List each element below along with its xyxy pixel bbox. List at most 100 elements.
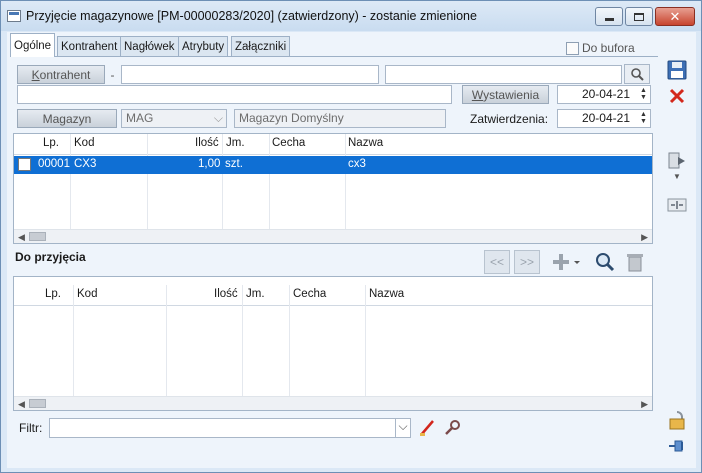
receipt-hscrollbar[interactable]: ◀ ▶: [14, 396, 652, 410]
col-separator: [222, 134, 223, 230]
col-separator: [242, 285, 243, 397]
pin-button[interactable]: [665, 434, 689, 458]
filter-settings-button[interactable]: [441, 416, 465, 440]
tab-naglowek[interactable]: Nagłówek: [120, 36, 179, 56]
col-cecha[interactable]: Cecha: [272, 137, 305, 149]
cell-ilosc: 1,00: [198, 158, 221, 170]
col-separator: [73, 285, 74, 397]
move-all-right-button[interactable]: >>: [514, 250, 540, 274]
floppy-disk-icon: [667, 60, 687, 80]
col-lp[interactable]: Lp.: [43, 137, 59, 149]
document-window: Przyjęcie magazynowe [PM-00000283/2020] …: [0, 0, 702, 473]
minimize-button[interactable]: [595, 7, 623, 26]
col-separator: [269, 134, 270, 230]
tab-kontrahent[interactable]: Kontrahent: [57, 36, 122, 56]
chevron-down-icon[interactable]: ⌵: [395, 419, 410, 437]
chevron-down-icon: ⌵: [213, 111, 223, 125]
zatwierdzenia-date-spinner[interactable]: ▲ ▼: [638, 111, 649, 126]
col-separator: [166, 285, 167, 397]
tab-zalaczniki[interactable]: Załączniki: [231, 36, 291, 56]
padlock-icon: [669, 411, 685, 430]
delete-button[interactable]: [623, 250, 647, 274]
col-nazwa[interactable]: Nazwa: [348, 137, 383, 149]
receipt-section-title: Do przyjęcia: [15, 250, 86, 264]
do-bufora-checkbox[interactable]: [566, 42, 579, 55]
wystawienia-date-spinner[interactable]: ▲ ▼: [638, 87, 649, 102]
app-icon: [7, 10, 21, 22]
col-ilosc[interactable]: Ilość: [195, 137, 219, 149]
filter-magnifier-icon: [445, 420, 460, 435]
col-separator: [147, 134, 148, 230]
col-ilosc[interactable]: Ilość: [214, 288, 238, 300]
col-kod[interactable]: Kod: [77, 288, 97, 300]
col-separator: [365, 285, 366, 397]
kontrahent-button[interactable]: Kontrahent: [17, 65, 105, 84]
items-hscrollbar[interactable]: ◀ ▶: [14, 229, 652, 243]
clear-filter-button[interactable]: [415, 416, 439, 440]
scroll-thumb[interactable]: [29, 232, 46, 241]
magnifier-icon: [631, 68, 644, 81]
tab-ogolne[interactable]: Ogólne: [10, 33, 56, 57]
do-bufora-label: Do bufora: [582, 41, 635, 55]
items-grid-header: Lp. Kod Ilość Jm. Cecha Nazwa: [14, 134, 652, 155]
title-bar[interactable]: Przyjęcie magazynowe [PM-00000283/2020] …: [1, 1, 701, 31]
receipt-grid[interactable]: Lp. Kod Ilość Jm. Cecha Nazwa ◀ ▶: [13, 276, 653, 411]
col-lp[interactable]: Lp.: [45, 288, 61, 300]
close-icon: ✕: [669, 8, 681, 24]
filter-combobox[interactable]: ⌵: [49, 418, 411, 438]
col-separator: [345, 134, 346, 230]
row-checkbox[interactable]: [18, 158, 31, 171]
scroll-right-icon[interactable]: ▶: [641, 232, 648, 243]
move-all-left-button[interactable]: <<: [484, 250, 510, 274]
col-kod[interactable]: Kod: [74, 137, 94, 149]
cell-nazwa: cx3: [348, 158, 366, 170]
kontrahent-search-field[interactable]: [385, 65, 622, 84]
add-button[interactable]: [548, 250, 582, 274]
magazyn-code-value: MAG: [126, 111, 154, 125]
tab-atrybuty[interactable]: Atrybuty: [178, 36, 229, 56]
cancel-button[interactable]: [665, 84, 689, 108]
generate-document-button[interactable]: [665, 149, 689, 173]
split-button[interactable]: [665, 193, 689, 217]
wystawienia-button[interactable]: Wystawienia: [462, 85, 549, 104]
zatwierdzenia-date-field[interactable]: 20-04-21 ▲ ▼: [557, 109, 651, 128]
maximize-icon: [634, 12, 644, 21]
search-button[interactable]: [593, 250, 617, 274]
wystawienia-button-label: Wystawienia: [471, 87, 540, 102]
zatwierdzenia-label: Zatwierdzenia:: [470, 112, 549, 126]
kontrahent-button-label: Kontrahent: [31, 67, 91, 82]
col-jm[interactable]: Jm.: [246, 288, 265, 300]
col-cecha[interactable]: Cecha: [293, 288, 326, 300]
col-jm[interactable]: Jm.: [226, 137, 245, 149]
generate-document-dropdown-icon[interactable]: ▼: [669, 172, 685, 181]
kontrahent-code-field[interactable]: [121, 65, 379, 84]
table-row[interactable]: 00001 CX3 1,00 szt. cx3: [14, 156, 652, 174]
col-nazwa[interactable]: Nazwa: [369, 288, 404, 300]
wystawienia-date-value: 20-04-21: [581, 87, 630, 101]
clear-filter-icon: [420, 420, 434, 436]
magnifier-icon: [596, 253, 615, 272]
lock-button[interactable]: [665, 408, 689, 432]
kontrahent-address-field[interactable]: [17, 85, 452, 104]
wystawienia-date-field[interactable]: 20-04-21 ▲ ▼: [557, 85, 651, 104]
tabs-divider: [10, 56, 658, 57]
kontrahent-dash: -: [110, 67, 115, 82]
trash-icon: [627, 254, 643, 272]
scroll-thumb[interactable]: [29, 399, 46, 408]
cell-jm: szt.: [225, 158, 243, 170]
items-grid[interactable]: Lp. Kod Ilość Jm. Cecha Nazwa 00001 CX3 …: [13, 133, 653, 244]
filter-label: Filtr:: [19, 421, 43, 435]
client-area: Ogólne Kontrahent Nagłówek Atrybuty Załą…: [7, 32, 696, 468]
minimize-icon: [604, 17, 614, 21]
maximize-button[interactable]: [625, 7, 653, 26]
scroll-left-icon[interactable]: ◀: [18, 232, 25, 243]
red-x-icon: [669, 88, 685, 104]
search-kontrahent-button[interactable]: [624, 64, 650, 84]
save-button[interactable]: [665, 58, 689, 82]
close-window-button[interactable]: ✕: [655, 7, 695, 26]
plus-icon: [553, 254, 580, 270]
magazyn-select[interactable]: MAG ⌵: [121, 109, 227, 128]
scroll-left-icon[interactable]: ◀: [18, 399, 25, 410]
scroll-right-icon[interactable]: ▶: [641, 399, 648, 410]
magazyn-button[interactable]: Magazyn: [17, 109, 117, 128]
